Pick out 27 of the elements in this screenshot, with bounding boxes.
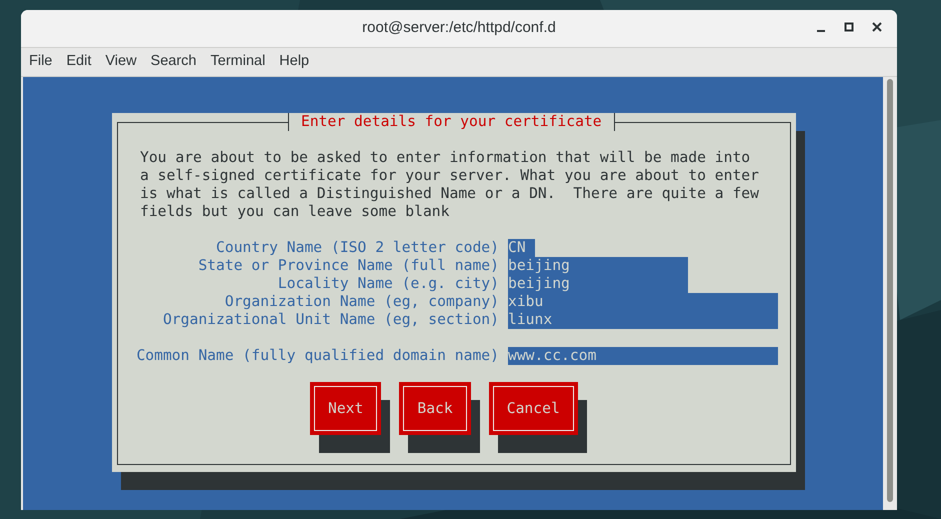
text-field[interactable]: beijing xyxy=(508,275,688,293)
dialog-title: Enter details for your certificate xyxy=(289,113,614,131)
field-label: State or Province Name (full name) xyxy=(198,257,499,275)
menu-item[interactable]: Help xyxy=(272,51,316,73)
field-label: Locality Name (e.g. city) xyxy=(278,275,499,293)
maximize-icon[interactable] xyxy=(843,21,855,33)
field-label: Organization Name (eg, company) xyxy=(224,293,499,311)
field-label: Common Name (fully qualified domain name) xyxy=(136,347,499,365)
text-field[interactable]: CN xyxy=(508,239,535,257)
text-field[interactable]: xibu xyxy=(508,293,778,311)
menu-item[interactable]: File xyxy=(22,51,60,73)
window-title: root@server:/etc/httpd/conf.d xyxy=(362,18,556,38)
dialog-button[interactable]: Next xyxy=(310,382,382,435)
text-field[interactable]: beijing xyxy=(508,257,688,275)
menu-item[interactable]: Terminal xyxy=(204,51,272,73)
menu-item[interactable]: View xyxy=(98,51,144,73)
text-field[interactable]: www.cc.com xyxy=(508,347,778,365)
menu-item[interactable]: Edit xyxy=(59,51,98,73)
field-label: Organizational Unit Name (eg, section) xyxy=(162,311,499,329)
message-text: You are about to be asked to enter information that will be made into a self-signed certificate for your server. What you are about to enter is what is called a Distinguished Name or a DN. There are quite a few fields but you can leave some blank xyxy=(140,149,760,221)
dialog-button[interactable]: Cancel xyxy=(488,382,578,435)
menu-item[interactable]: Search xyxy=(144,51,204,73)
dialog-button[interactable]: Back xyxy=(399,382,471,435)
close-icon[interactable] xyxy=(871,21,883,33)
scrollbar-thumb[interactable] xyxy=(887,79,893,502)
text-field[interactable]: liunx xyxy=(508,311,778,329)
field-label: Country Name (ISO 2 letter code) xyxy=(216,239,499,257)
